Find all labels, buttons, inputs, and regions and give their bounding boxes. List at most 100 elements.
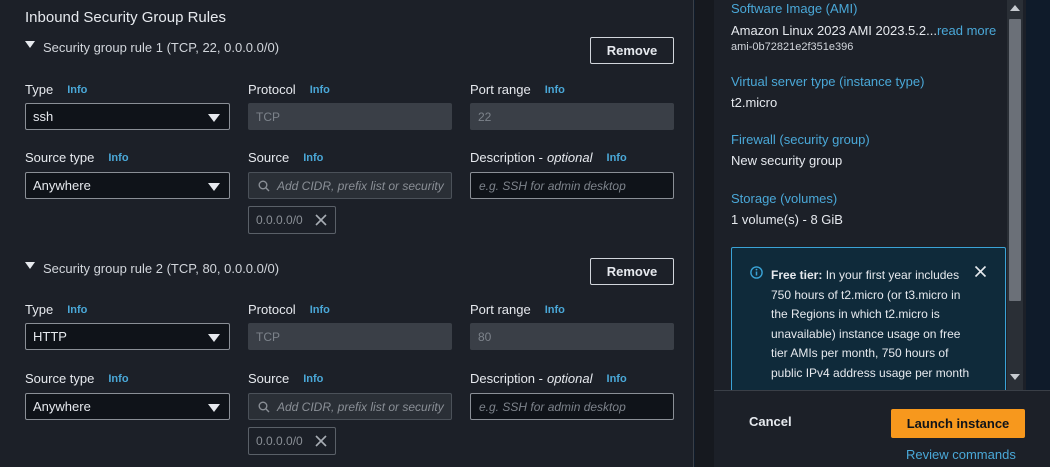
source-type-label-text: Source type — [25, 371, 95, 386]
port-info-link[interactable]: Info — [545, 304, 565, 316]
type-info-link[interactable]: Info — [67, 304, 87, 316]
rule-1-protocol-label: Protocol Info — [248, 82, 330, 97]
storage-label[interactable]: Storage (volumes) — [731, 191, 837, 206]
search-icon — [258, 401, 270, 413]
rule-1-source-search-input[interactable]: Add CIDR, prefix list or security — [248, 172, 452, 199]
section-title: Inbound Security Group Rules — [25, 9, 226, 26]
source-type-info-link[interactable]: Info — [108, 373, 128, 385]
free-tier-text: Free tier: In your first year includes 7… — [771, 266, 971, 383]
ami-label: Software Image (AMI) — [731, 1, 858, 16]
rule-1-type-select[interactable]: ssh — [25, 103, 230, 130]
source-token-text: 0.0.0.0/0 — [256, 213, 303, 227]
protocol-info-link[interactable]: Info — [310, 84, 330, 96]
source-label-text: Source — [248, 150, 290, 165]
caret-down-icon[interactable] — [25, 41, 35, 48]
scroll-up-icon[interactable] — [1010, 5, 1020, 11]
description-info-link[interactable]: Info — [607, 373, 627, 385]
dropdown-arrow-icon — [208, 404, 220, 412]
rule-2-source-type-select[interactable]: Anywhere — [25, 393, 230, 420]
rule-1-source-type-label: Source type Info — [25, 150, 129, 165]
optional-text: optional — [546, 150, 593, 165]
ami-value: Amazon Linux 2023 AMI 2023.5.2...read mo… — [731, 23, 996, 38]
rule-2-description-label: Description - optional Info — [470, 371, 627, 386]
summary-footer: Cancel Launch instance Review commands — [714, 390, 1050, 467]
type-label-text: Type — [25, 302, 54, 317]
source-label-text: Source — [248, 371, 290, 386]
scrollbar-thumb[interactable] — [1009, 19, 1021, 301]
type-label-text: Type — [25, 82, 54, 97]
rule-2-port-label: Port range Info — [470, 302, 565, 317]
source-info-link[interactable]: Info — [303, 373, 323, 385]
cancel-button[interactable]: Cancel — [749, 414, 792, 429]
rule-1-remove-button[interactable]: Remove — [590, 37, 674, 64]
free-tier-alert: Free tier: In your first year includes 7… — [731, 247, 1006, 397]
free-tier-body: In your first year includes 750 hours of… — [771, 268, 970, 380]
ami-id: ami-0b72821e2f351e396 — [731, 41, 854, 53]
close-icon[interactable] — [974, 265, 987, 278]
protocol-label-text: Protocol — [248, 82, 296, 97]
caret-down-icon[interactable] — [25, 262, 35, 269]
rule-2-remove-button[interactable]: Remove — [590, 258, 674, 285]
port-label-text: Port range — [470, 302, 531, 317]
rule-1-title: Security group rule 1 (TCP, 22, 0.0.0.0/… — [43, 40, 280, 55]
free-tier-bold: Free tier: — [771, 268, 823, 282]
dropdown-arrow-icon — [208, 183, 220, 191]
source-token-text: 0.0.0.0/0 — [256, 434, 303, 448]
rule-1-source-type-select[interactable]: Anywhere — [25, 172, 230, 199]
rule-1-header[interactable]: Security group rule 1 (TCP, 22, 0.0.0.0/… — [25, 40, 279, 55]
rule-2-source-token: 0.0.0.0/0 — [248, 427, 336, 455]
port-info-link[interactable]: Info — [545, 84, 565, 96]
rule-2-source-label: Source Info — [248, 371, 323, 386]
description-info-link[interactable]: Info — [607, 152, 627, 164]
rule-2-header[interactable]: Security group rule 2 (TCP, 80, 0.0.0.0/… — [25, 261, 279, 276]
dropdown-arrow-icon — [208, 114, 220, 122]
ami-value-text: Amazon Linux 2023 AMI 2023.5.2... — [731, 23, 937, 38]
source-type-label-text: Source type — [25, 150, 95, 165]
instance-type-label[interactable]: Virtual server type (instance type) — [731, 74, 924, 89]
type-info-link[interactable]: Info — [67, 84, 87, 96]
source-type-select-value: Anywhere — [33, 178, 91, 193]
search-icon — [258, 180, 270, 192]
rule-2-type-select[interactable]: HTTP — [25, 323, 230, 350]
launch-instance-button[interactable]: Launch instance — [891, 409, 1025, 438]
description-label-text: Description - — [470, 371, 543, 386]
firewall-label[interactable]: Firewall (security group) — [731, 132, 870, 147]
source-placeholder: Add CIDR, prefix list or security — [277, 399, 444, 414]
protocol-info-link[interactable]: Info — [310, 304, 330, 316]
rule-1-source-token: 0.0.0.0/0 — [248, 206, 336, 234]
rule-2-port-input: 80 — [470, 323, 674, 350]
rule-2-description-input[interactable]: e.g. SSH for admin desktop — [470, 393, 674, 420]
type-select-value: ssh — [33, 109, 54, 124]
rule-1-type-label: Type Info — [25, 82, 87, 97]
rule-2-source-search-input[interactable]: Add CIDR, prefix list or security — [248, 393, 452, 420]
remove-token-icon[interactable] — [314, 434, 328, 448]
port-label-text: Port range — [470, 82, 531, 97]
optional-text: optional — [546, 371, 593, 386]
source-placeholder: Add CIDR, prefix list or security — [277, 178, 444, 193]
rule-1-description-label: Description - optional Info — [470, 150, 627, 165]
rule-2-protocol-label: Protocol Info — [248, 302, 330, 317]
rule-2-protocol-input: TCP — [248, 323, 452, 350]
firewall-value: New security group — [731, 153, 843, 168]
panel-gutter — [695, 0, 714, 467]
rule-1-port-input: 22 — [470, 103, 674, 130]
rule-2-type-label: Type Info — [25, 302, 87, 317]
rule-1-protocol-input: TCP — [248, 103, 452, 130]
scroll-down-icon[interactable] — [1010, 374, 1020, 380]
type-select-value: HTTP — [33, 329, 67, 344]
source-type-select-value: Anywhere — [33, 399, 91, 414]
protocol-label-text: Protocol — [248, 302, 296, 317]
source-info-link[interactable]: Info — [303, 152, 323, 164]
rule-2-source-type-label: Source type Info — [25, 371, 129, 386]
instance-type-value: t2.micro — [731, 95, 778, 110]
source-type-info-link[interactable]: Info — [108, 152, 128, 164]
description-label-text: Description - — [470, 150, 543, 165]
summary-panel: Software Image (AMI) Amazon Linux 2023 A… — [714, 0, 1026, 397]
rule-1-description-input[interactable]: e.g. SSH for admin desktop — [470, 172, 674, 199]
dropdown-arrow-icon — [208, 334, 220, 342]
rule-1-port-label: Port range Info — [470, 82, 565, 97]
review-commands-link[interactable]: Review commands — [906, 447, 1016, 462]
remove-token-icon[interactable] — [314, 213, 328, 227]
inbound-rules-panel: Inbound Security Group Rules Security gr… — [0, 0, 694, 467]
ami-read-more-link[interactable]: read more — [937, 23, 996, 38]
